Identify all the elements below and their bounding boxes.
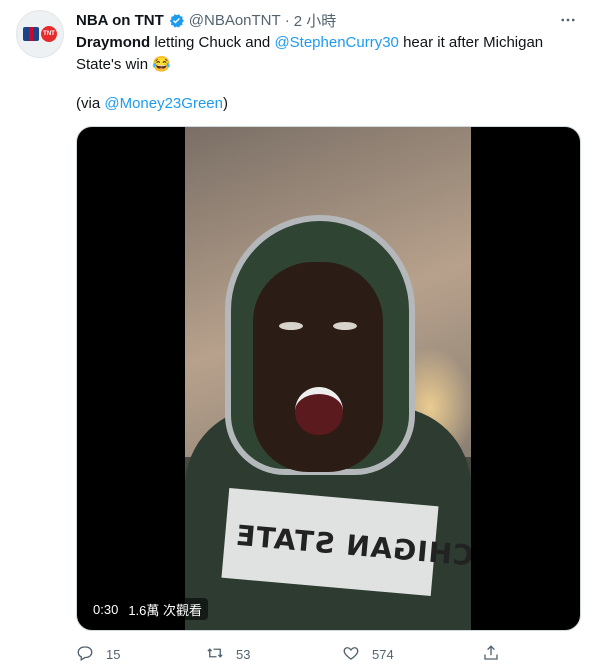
share-icon	[482, 644, 512, 665]
author-name[interactable]: NBA on TNT	[76, 12, 164, 29]
reply-count: 15	[106, 646, 121, 662]
text-bold-lead: Draymond	[76, 34, 151, 51]
shirt-print-text: MICHIGAN STATE	[233, 518, 471, 576]
like-count: 574	[372, 646, 394, 662]
via-open: (via	[76, 95, 105, 112]
more-icon[interactable]	[557, 10, 579, 30]
right-eye	[333, 322, 357, 330]
text-line2: State's win 😂	[76, 56, 171, 73]
like-icon	[342, 644, 372, 665]
avatar[interactable]: TNT	[16, 10, 64, 58]
tnt-logo-icon: TNT	[41, 26, 57, 42]
video-player[interactable]: MICHIGAN STATE 0:30 1.6萬 次觀看	[76, 126, 581, 631]
tweet-header: NBA on TNT @NBAonTNT · 2 小時	[76, 10, 336, 30]
text-part1: letting Chuck and	[150, 34, 275, 51]
retweet-count: 53	[236, 646, 251, 662]
video-frame[interactable]: MICHIGAN STATE	[185, 127, 471, 630]
left-eye	[279, 322, 303, 330]
nba-logo-icon	[23, 27, 39, 41]
retweet-button[interactable]: 53	[206, 640, 250, 668]
tweet-time[interactable]: 2 小時	[294, 10, 337, 31]
tweet-text: Draymond letting Chuck and @StephenCurry…	[76, 32, 576, 115]
video-info-overlay: 0:30 1.6萬 次觀看	[87, 598, 208, 620]
shirt-print: MICHIGAN STATE	[221, 488, 471, 596]
share-button[interactable]	[482, 640, 512, 668]
author-handle[interactable]: @NBAonTNT	[189, 12, 281, 29]
video-views: 1.6萬 次觀看	[128, 602, 202, 618]
face	[253, 262, 383, 472]
reply-button[interactable]: 15	[76, 640, 120, 668]
via-close: )	[222, 95, 228, 112]
action-bar: 15 53 574	[76, 640, 516, 668]
mention-money23green[interactable]: @Money23Green	[104, 95, 223, 112]
retweet-icon	[206, 644, 236, 665]
mouth	[295, 387, 343, 435]
separator-dot: ·	[284, 11, 290, 29]
tweet[interactable]: TNT NBA on TNT @NBAonTNT · 2 小時 Draymond…	[0, 0, 595, 672]
reply-icon	[76, 644, 106, 665]
text-part2: hear it after Michigan	[398, 34, 544, 51]
video-duration: 0:30	[93, 601, 119, 617]
like-button[interactable]: 574	[342, 640, 394, 668]
verified-badge-icon	[168, 12, 185, 29]
nba-on-tnt-logo: TNT	[23, 26, 57, 42]
mention-stephencurry30[interactable]: @StephenCurry30	[274, 34, 398, 51]
